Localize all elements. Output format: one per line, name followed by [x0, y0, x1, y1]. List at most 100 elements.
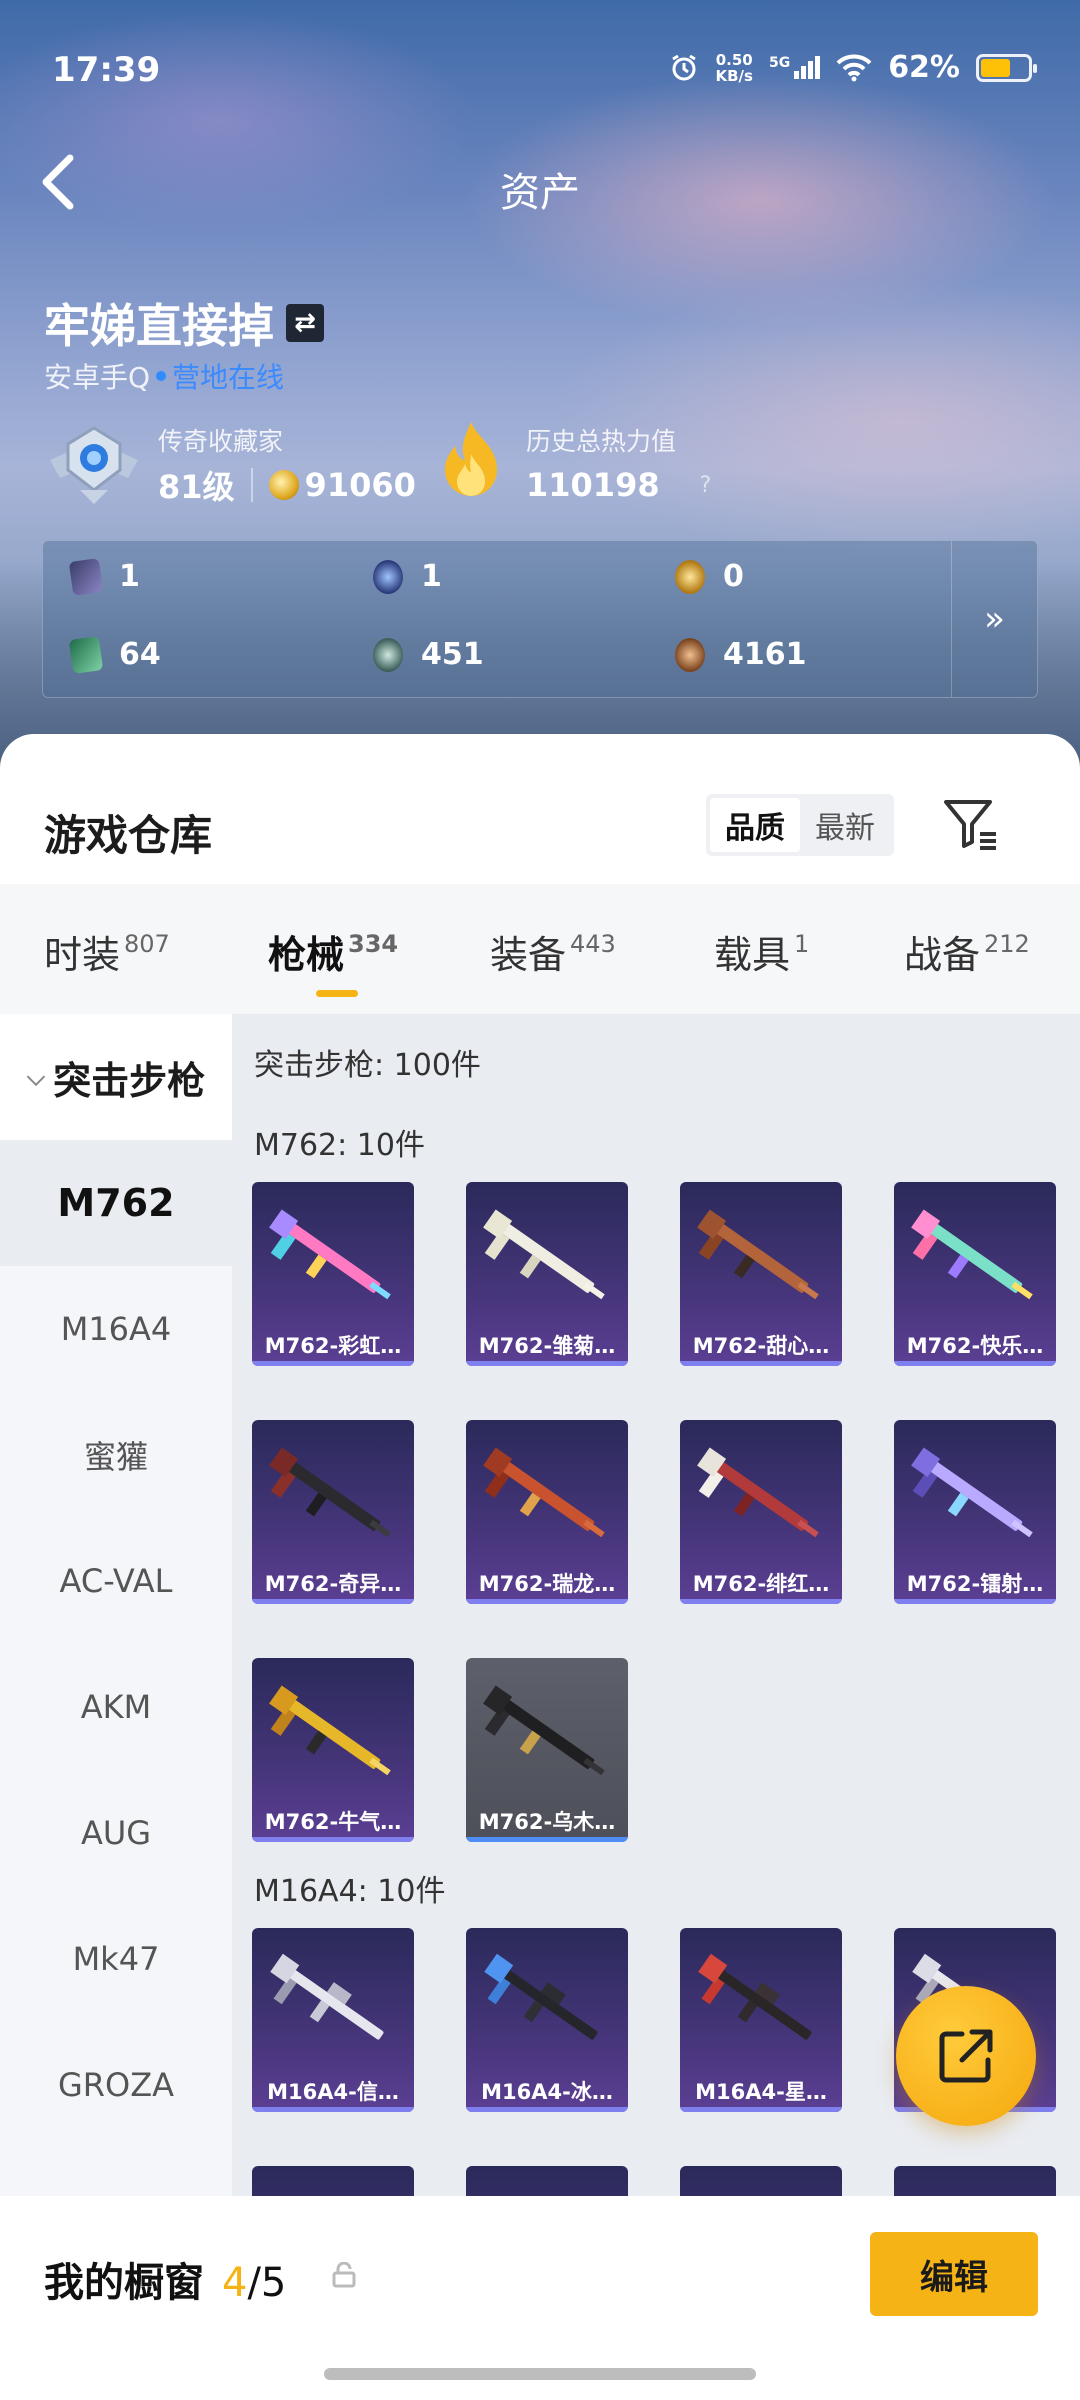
rarity-bar [466, 2107, 628, 2112]
collector-label: 传奇收藏家 [158, 427, 284, 456]
filter-icon[interactable] [940, 794, 1000, 854]
showcase-bar: 我的橱窗 4/5 编辑 [0, 2196, 1080, 2400]
weapon-card[interactable]: M16A4-星… [680, 1928, 842, 2112]
share-external-icon [939, 2029, 993, 2083]
rarity-bar [466, 1599, 628, 1604]
chevron-down-icon: ⌵ [26, 1063, 46, 1091]
collector-rank[interactable]: 传奇收藏家 81级 91060 [44, 420, 416, 510]
lock-icon [332, 2262, 356, 2288]
sidebar-item-m762[interactable]: M762 [0, 1140, 232, 1266]
heat-value-block[interactable]: 历史总热力值 110198 ? [436, 420, 711, 506]
rifle-icon [269, 1685, 391, 1776]
category-tabs: 时装 807 枪械 334 装备 443 载具 1 战备 212 [0, 884, 1080, 1014]
heat-label: 历史总热力值 [526, 427, 677, 456]
weapon-card[interactable]: M762-镭射… [894, 1420, 1056, 1604]
gem-icon [373, 637, 403, 672]
showcase-count: 4/5 [222, 2260, 287, 2306]
weapon-card[interactable]: M762-甜心… [680, 1182, 842, 1366]
item-cell: 1 [373, 559, 442, 594]
weapon-card-label: M762-雏菊… [478, 1334, 616, 1358]
net-speed: 0.50 KB/s [715, 50, 753, 85]
profile-name: 牢娣直接掉 ⇄ [44, 290, 324, 356]
heat-values: 110198 ? [526, 466, 711, 504]
weapon-card-label: M762-牛气… [264, 1810, 402, 1834]
weapon-card-label: M762-甜心… [692, 1334, 830, 1358]
tab-firearms[interactable]: 枪械 334 [268, 924, 398, 997]
weapon-card-label: M16A4-星… [695, 2080, 827, 2104]
tab-equipment[interactable]: 装备 443 [490, 924, 616, 979]
rifle-icon [911, 1209, 1033, 1300]
cell-signal: 5G [769, 56, 821, 79]
weapon-card[interactable]: M16A4-冰… [466, 1928, 628, 2112]
edit-button[interactable]: 编辑 [870, 2232, 1038, 2316]
weapon-card[interactable]: M762-牛气… [252, 1658, 414, 1842]
sidebar-item-honey-badger[interactable]: 蜜獾 [0, 1392, 232, 1518]
double-chevron-right-icon[interactable]: » [951, 541, 1037, 697]
weapon-card-label: M762-镭射… [906, 1572, 1044, 1596]
weapon-card[interactable]: M762-快乐… [894, 1182, 1056, 1366]
sort-quality-button[interactable]: 品质 [710, 798, 800, 852]
weapon-card[interactable]: M762-奇异… [252, 1420, 414, 1604]
heat-meta: 历史总热力值 110198 ? [526, 422, 711, 504]
rifle-icon [697, 1209, 819, 1300]
rarity-bar [252, 1599, 414, 1604]
status-time: 17:39 [52, 50, 161, 90]
rarity-bar [680, 1599, 842, 1604]
warehouse-sheet: 游戏仓库 品质 最新 时装 807 枪械 334 装备 443 载具 1 战备 212 ⌵… [0, 734, 1080, 2400]
profile-platform: 安卓手Q 营地在线 [44, 356, 284, 396]
switch-account-icon[interactable]: ⇄ [286, 304, 324, 342]
sidebar-group-assault-rifles[interactable]: ⌵ 突击步枪 [0, 1014, 232, 1140]
tab-fashion[interactable]: 时装 807 [44, 924, 170, 979]
sidebar-item-akm[interactable]: AKM [0, 1644, 232, 1770]
sidebar-item-aug[interactable]: AUG [0, 1770, 232, 1896]
rifle-icon [911, 1447, 1033, 1538]
collector-values: 81级 91060 [158, 462, 416, 508]
weapon-card[interactable]: M762-乌木… [466, 1658, 628, 1842]
status-bar: 17:39 0.50 KB/s 5G 62% [0, 0, 1080, 140]
rarity-bar [252, 2107, 414, 2112]
home-indicator[interactable] [324, 2368, 756, 2380]
online-dot-icon [156, 371, 167, 381]
card-icon [68, 557, 104, 596]
weapon-card[interactable]: M762-绯红… [680, 1420, 842, 1604]
rarity-bar [466, 1837, 628, 1842]
collector-meta: 传奇收藏家 81级 91060 [158, 422, 416, 508]
currency-panel[interactable]: 1 1 0 64 451 4161 » [42, 540, 1038, 698]
rifle-icon [269, 1209, 391, 1300]
rifle-icon [484, 1953, 598, 2040]
weapon-card-label: M762-快乐… [906, 1334, 1044, 1358]
coin-icon [268, 470, 299, 500]
weapon-card[interactable]: M16A4-信… [252, 1928, 414, 2112]
item-cell: 451 [373, 637, 484, 672]
tab-vehicles[interactable]: 载具 1 [714, 924, 809, 979]
rarity-bar [680, 1361, 842, 1366]
rifle-icon [697, 1447, 819, 1538]
sort-newest-button[interactable]: 最新 [800, 798, 890, 852]
weapon-grid: 突击步枪: 100件 M762: 10件 M762-彩虹… M762-雏菊… M… [232, 1014, 1080, 2400]
active-tab-indicator [316, 990, 358, 997]
weapon-card[interactable]: M762-瑞龙… [466, 1420, 628, 1604]
weapon-card-label: M762-彩虹… [264, 1334, 402, 1358]
tab-supplies[interactable]: 战备 212 [904, 924, 1030, 979]
weapon-card-label: M762-瑞龙… [478, 1572, 616, 1596]
help-icon[interactable]: ? [700, 473, 712, 498]
sidebar-item-groza[interactable]: GROZA [0, 2022, 232, 2148]
showcase-label: 我的橱窗 4/5 [44, 2260, 287, 2306]
weapon-card[interactable]: M762-雏菊… [466, 1182, 628, 1366]
weapon-card-label: M762-绯红… [692, 1572, 830, 1596]
online-status: 营地在线 [172, 361, 285, 394]
weapon-card[interactable]: M762-彩虹… [252, 1182, 414, 1366]
sidebar-item-ac-val[interactable]: AC-VAL [0, 1518, 232, 1644]
bronze-orb-icon [675, 637, 705, 672]
orb-icon [373, 559, 403, 594]
weapon-card-label: M16A4-信… [267, 2080, 399, 2104]
rarity-bar [894, 1361, 1056, 1366]
item-cell: 1 [68, 557, 140, 596]
share-button[interactable] [896, 1986, 1036, 2126]
sidebar-item-m16a4[interactable]: M16A4 [0, 1266, 232, 1392]
warehouse-header: 游戏仓库 品质 最新 [0, 734, 1080, 884]
weapon-card-label: M762-乌木… [478, 1810, 616, 1834]
item-cell: 0 [675, 559, 744, 594]
sidebar-item-mk47[interactable]: Mk47 [0, 1896, 232, 2022]
rifle-icon [483, 1447, 605, 1538]
